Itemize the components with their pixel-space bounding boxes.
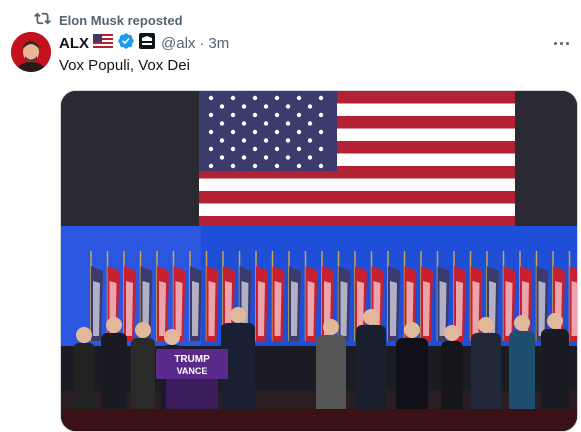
separator: · xyxy=(199,34,205,52)
post-text: Vox Populi, Vox Dei xyxy=(59,57,190,74)
podium: TRUMP VANCE xyxy=(156,349,228,409)
post-header: ALX @alx · 3m xyxy=(59,33,229,53)
verified-badge-icon[interactable] xyxy=(117,32,135,54)
repost-text: Elon Musk reposted xyxy=(59,12,183,28)
podium-line-2: VANCE xyxy=(177,366,208,376)
more-options-icon[interactable] xyxy=(551,36,571,50)
author-name[interactable]: ALX xyxy=(59,35,89,52)
avatar[interactable] xyxy=(11,32,51,72)
post-image[interactable]: TRUMP VANCE xyxy=(60,90,578,432)
repost-icon xyxy=(34,10,51,30)
author-handle[interactable]: @alx xyxy=(161,35,195,52)
affiliate-badge-icon[interactable] xyxy=(139,33,155,53)
podium-line-1: TRUMP xyxy=(174,354,210,365)
us-flag-icon xyxy=(93,34,113,52)
timestamp[interactable]: 3m xyxy=(208,35,229,52)
repost-context[interactable]: Elon Musk reposted xyxy=(34,11,183,29)
